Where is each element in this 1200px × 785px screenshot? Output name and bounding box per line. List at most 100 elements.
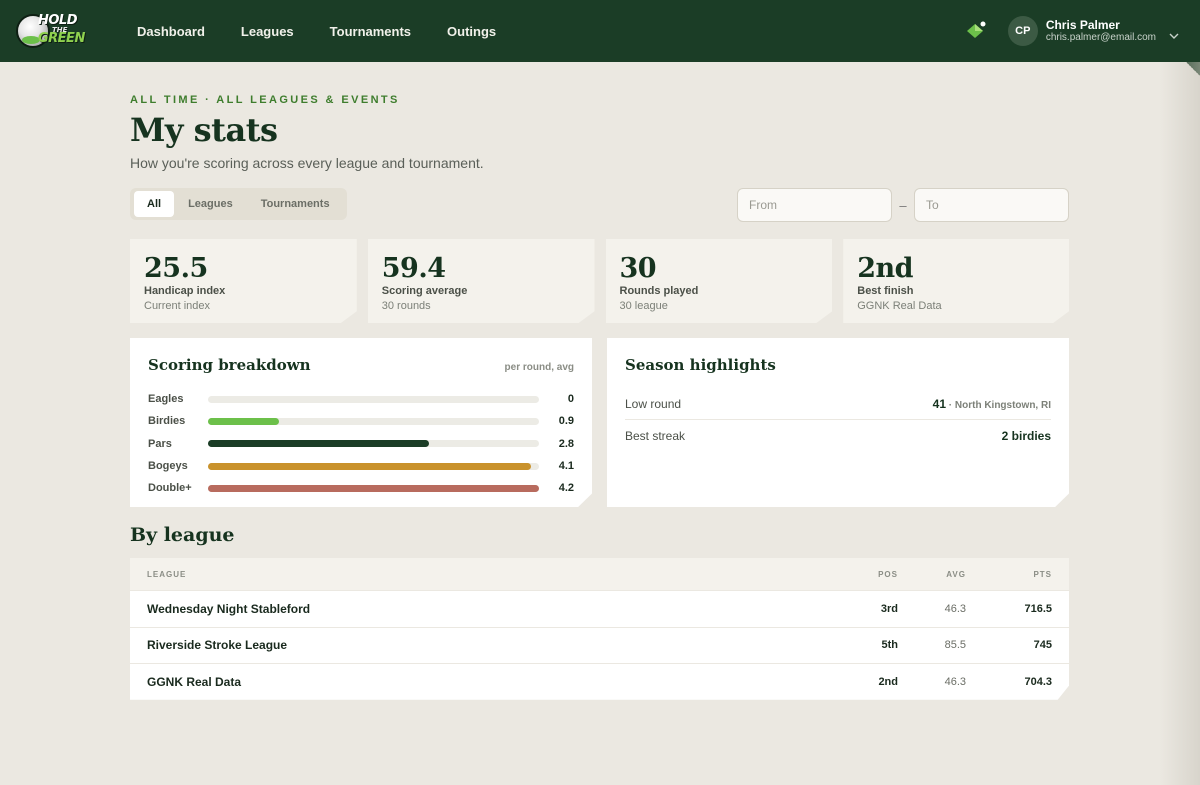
- bar-label: Birdies: [148, 415, 186, 428]
- stat-label: Rounds played: [619, 285, 699, 297]
- low-round-score: 41: [932, 396, 946, 411]
- stat-cards: 25.5 Handicap index Current index 59.4 S…: [130, 239, 1069, 323]
- league-avg: 46.3: [944, 675, 966, 688]
- table-row[interactable]: GGNK Real Data 2nd 46.3 704.3: [130, 663, 1069, 700]
- bar-track: [208, 440, 539, 448]
- bar-value: 0: [567, 393, 574, 406]
- stat-sub: 30 rounds: [381, 300, 431, 312]
- league-avg: 46.3: [944, 602, 966, 615]
- brand-logo[interactable]: HOLD THE GREEN: [16, 11, 96, 51]
- table-row[interactable]: Riverside Stroke League 5th 85.5 745: [130, 626, 1069, 664]
- stat-value: 25.5: [144, 253, 208, 284]
- page-subtitle: How you're scoring across every league a…: [130, 155, 484, 171]
- logo-line3: GREEN: [38, 31, 85, 46]
- league-avg: 85.5: [944, 639, 966, 652]
- nav-right: CP Chris Palmer chris.palmer@email.com: [966, 16, 1184, 46]
- col-pos: POS: [878, 569, 898, 579]
- bar-value: 0.9: [558, 415, 574, 428]
- league-pos: 3rd: [880, 602, 898, 615]
- stat-sub: Current index: [144, 300, 211, 312]
- nav-link-tournaments[interactable]: Tournaments: [312, 24, 429, 39]
- gem-icon[interactable]: [966, 20, 988, 42]
- table-header: LEAGUE POS AVG PTS: [130, 558, 1069, 590]
- avatar[interactable]: CP: [1007, 16, 1038, 46]
- panels: Scoring breakdown per round, avg Eagles …: [130, 338, 1069, 507]
- breakdown-row-double-plus: Double+ 4.2: [148, 477, 574, 499]
- highlight-value: 2 birdies: [1001, 429, 1051, 443]
- segment-all[interactable]: All: [134, 191, 175, 217]
- league-pts: 716.5: [1024, 602, 1052, 615]
- user-name: Chris Palmer: [1045, 17, 1120, 32]
- bar-value: 4.2: [558, 482, 574, 495]
- highlight-low-round: Low round 41 · North Kingstown, RI: [625, 388, 1051, 420]
- bar-fill: [208, 417, 279, 425]
- stats-page: ALL TIME · ALL LEAGUES & EVENTS My stats…: [130, 62, 1069, 700]
- stat-sub: 30 league: [619, 300, 668, 312]
- brand-wordmark: HOLD THE GREEN: [38, 14, 85, 46]
- to-date-input[interactable]: [914, 188, 1069, 222]
- chevron-down-icon[interactable]: [1168, 27, 1180, 39]
- stat-label: Best finish: [857, 285, 914, 297]
- bar-track: [208, 484, 539, 492]
- league-pos: 2nd: [878, 675, 898, 688]
- date-range: –: [737, 188, 1069, 222]
- highlights-list: Low round 41 · North Kingstown, RI Best …: [625, 388, 1051, 452]
- nav-link-outings[interactable]: Outings: [429, 24, 514, 39]
- breakdown-row-birdies: Birdies 0.9: [148, 410, 574, 432]
- stat-value: 30: [619, 253, 657, 284]
- league-name: GGNK Real Data: [147, 674, 242, 689]
- bar-value: 2.8: [558, 437, 574, 450]
- col-league: LEAGUE: [147, 569, 187, 579]
- segment-tournaments[interactable]: Tournaments: [247, 191, 344, 217]
- filter-row: All Leagues Tournaments –: [130, 188, 1069, 222]
- table-row[interactable]: Wednesday Night Stableford 3rd 46.3 716.…: [130, 590, 1069, 627]
- stat-value: 2nd: [857, 253, 914, 284]
- from-date-input[interactable]: [737, 188, 892, 222]
- col-avg: AVG: [946, 569, 966, 579]
- season-highlights-panel: Season highlights Low round 41 · North K…: [607, 338, 1069, 507]
- scope-segmented-control: All Leagues Tournaments: [130, 188, 347, 220]
- bar-fill: [208, 484, 539, 492]
- bar-track: [208, 395, 539, 403]
- breakdown-row-bogeys: Bogeys 4.1: [148, 455, 574, 477]
- bar-label: Eagles: [148, 393, 184, 406]
- league-name: Riverside Stroke League: [147, 638, 288, 653]
- stat-label: Handicap index: [144, 285, 226, 297]
- stat-label: Scoring average: [381, 285, 468, 297]
- nav-link-leagues[interactable]: Leagues: [223, 24, 312, 39]
- highlight-label: Low round: [625, 396, 682, 411]
- stat-card-handicap: 25.5 Handicap index Current index: [130, 239, 357, 323]
- breakdown-bars: Eagles 0 Birdies 0.9 Pars 2.8 Bogeys 4.1…: [148, 388, 574, 499]
- stat-sub: GGNK Real Data: [857, 300, 942, 312]
- league-name: Wednesday Night Stableford: [147, 601, 311, 616]
- league-pts: 704.3: [1024, 675, 1052, 688]
- user-info[interactable]: Chris Palmer chris.palmer@email.com: [1045, 17, 1156, 44]
- stat-card-best-finish: 2nd Best finish GGNK Real Data: [843, 239, 1069, 323]
- stat-value: 59.4: [381, 253, 446, 284]
- segment-leagues[interactable]: Leagues: [174, 191, 247, 217]
- bar-label: Double+: [148, 482, 192, 495]
- bar-fill: [208, 462, 532, 470]
- bar-fill: [208, 440, 429, 448]
- highlight-value: 41 · North Kingstown, RI: [933, 397, 1051, 411]
- user-email: chris.palmer@email.com: [1045, 32, 1156, 44]
- highlight-label: Best streak: [625, 429, 686, 443]
- league-pos: 5th: [881, 639, 899, 652]
- page-title: My stats: [130, 111, 278, 149]
- panel-title: Season highlights: [625, 356, 776, 374]
- page-edge-shadow: [1160, 62, 1200, 785]
- nav-link-dashboard[interactable]: Dashboard: [119, 24, 223, 39]
- highlight-best-streak: Best streak 2 birdies: [625, 420, 1051, 452]
- breakdown-row-pars: Pars 2.8: [148, 433, 574, 455]
- bar-label: Bogeys: [148, 460, 188, 473]
- bar-track: [208, 462, 539, 470]
- league-pts: 745: [1033, 639, 1052, 652]
- top-nav: HOLD THE GREEN Dashboard Leagues Tournam…: [0, 0, 1200, 76]
- bar-value: 4.1: [558, 460, 574, 473]
- date-separator: –: [899, 197, 907, 213]
- low-round-course: · North Kingstown, RI: [946, 399, 1051, 411]
- page-eyebrow: ALL TIME · ALL LEAGUES & EVENTS: [130, 94, 400, 106]
- breakdown-row-eagles: Eagles 0: [148, 388, 574, 410]
- nav-links: Dashboard Leagues Tournaments Outings: [119, 24, 514, 39]
- scoring-breakdown-panel: Scoring breakdown per round, avg Eagles …: [130, 338, 592, 507]
